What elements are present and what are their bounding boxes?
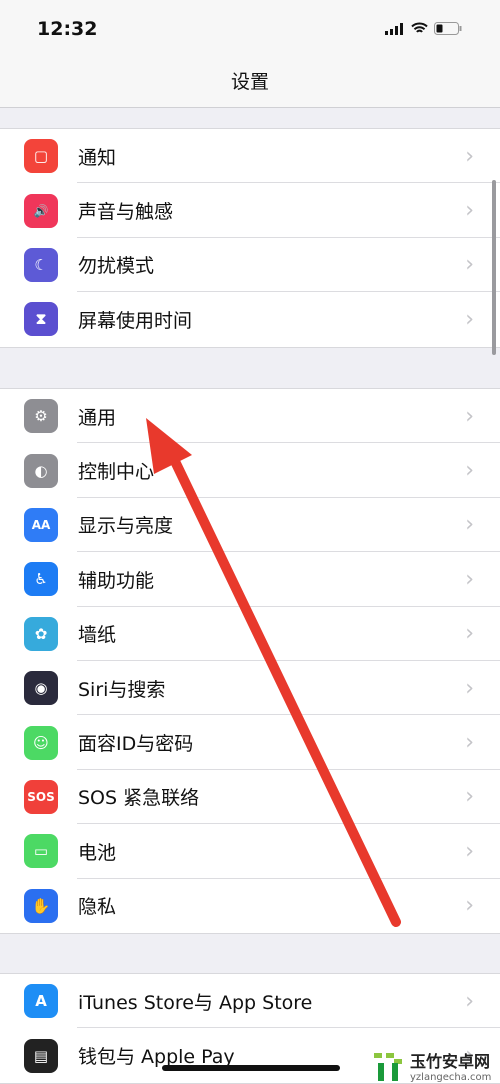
watermark: 玉竹安卓网 yzlangecha.com [372, 1048, 491, 1083]
bamboo-logo-icon [374, 1052, 402, 1081]
red-arrow-annotation [146, 418, 401, 927]
watermark-name: 玉竹安卓网 [410, 1052, 491, 1071]
watermark-url: yzlangecha.com [410, 1072, 492, 1083]
home-indicator[interactable] [162, 1065, 340, 1071]
